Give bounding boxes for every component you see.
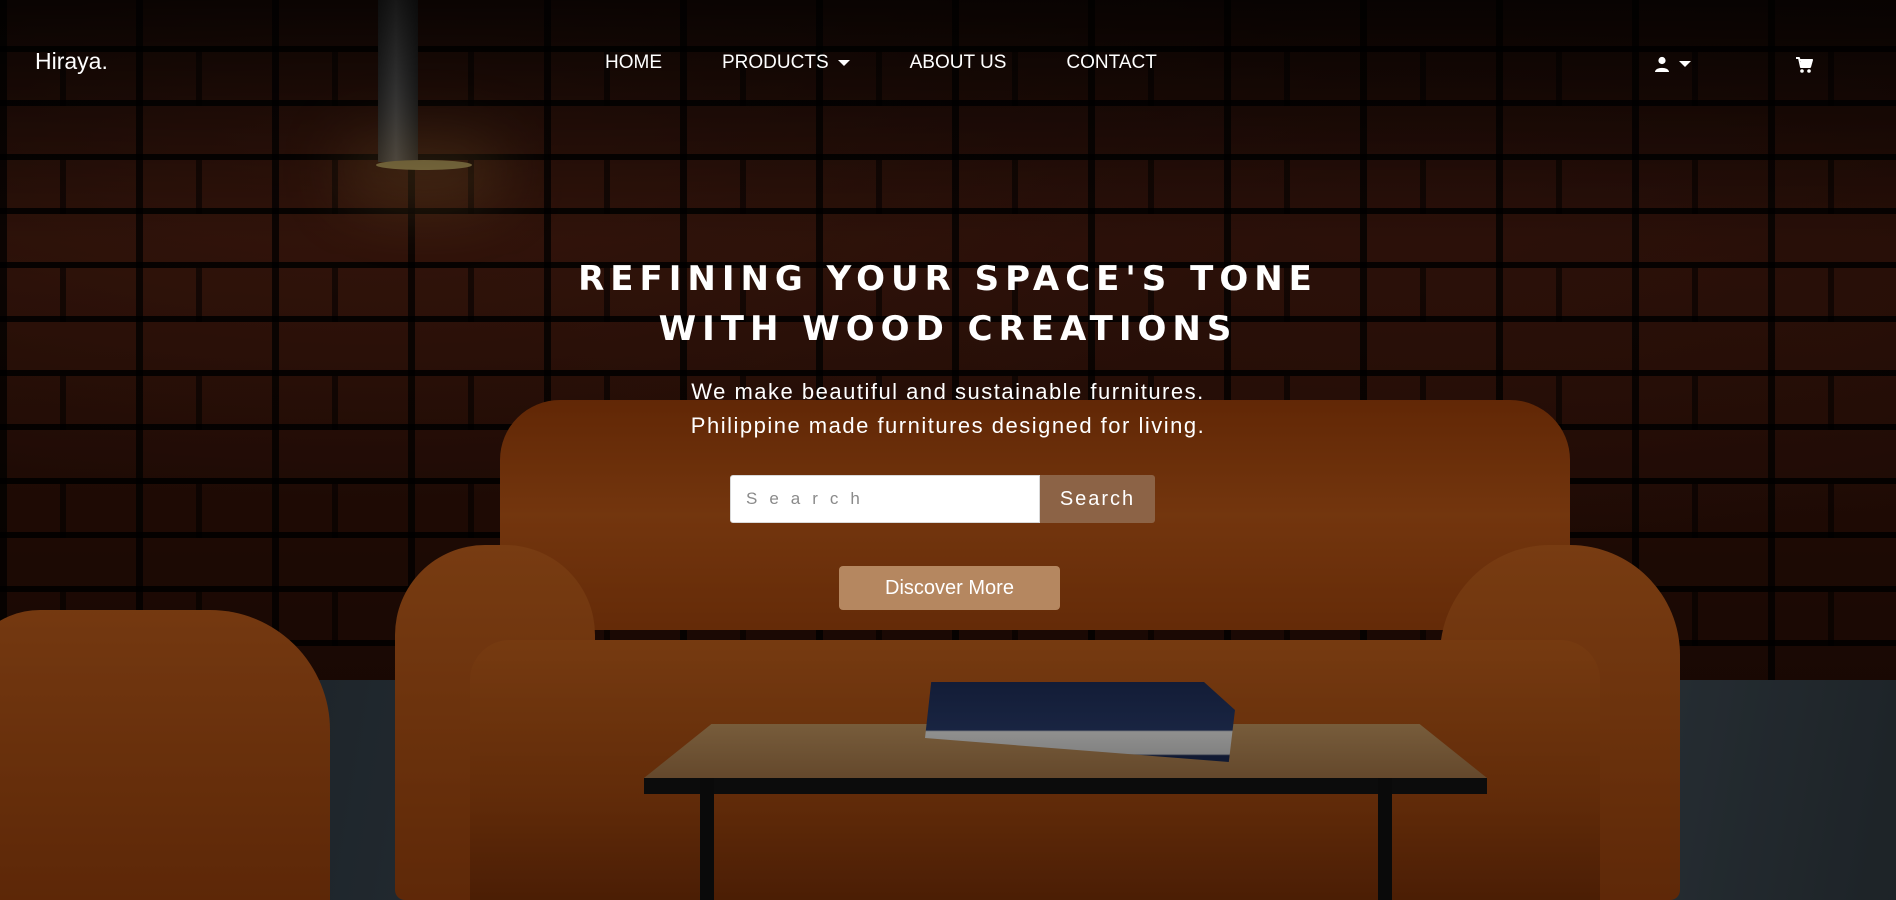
nav-item-label: ABOUT US [909, 52, 1007, 73]
nav-item-label: CONTACT [1066, 52, 1157, 73]
discover-more-button[interactable]: Discover More [839, 566, 1060, 610]
subheadline-line: We make beautiful and sustainable furnit… [691, 379, 1205, 404]
user-menu-dropdown[interactable] [1654, 56, 1691, 72]
nav-item-contact[interactable]: CONTACT [1066, 52, 1156, 74]
headline-line: REFINING YOUR SPACE'S TONE [578, 259, 1318, 299]
hero-subheadline: We make beautiful and sustainable furnit… [548, 375, 1348, 443]
nav-item-about-us[interactable]: ABOUT US [910, 52, 1007, 74]
caret-down-icon [1679, 61, 1691, 67]
search-bar: Search [730, 475, 1155, 523]
nav-item-label: PRODUCTS [722, 52, 829, 73]
hero-section: Hiraya. HOME PRODUCTS ABOUT US CONTACT R… [0, 0, 1896, 900]
user-icon [1655, 56, 1669, 72]
nav-item-products[interactable]: PRODUCTS [722, 52, 850, 74]
hero-headline: REFINING YOUR SPACE'S TONE WITH WOOD CRE… [548, 254, 1348, 354]
brand-logo[interactable]: Hiraya. [35, 48, 108, 75]
nav-item-home[interactable]: HOME [605, 52, 662, 74]
nav-links: HOME PRODUCTS ABOUT US CONTACT [605, 52, 1157, 74]
subheadline-line: Philippine made furnitures designed for … [690, 413, 1206, 438]
nav-item-label: HOME [605, 52, 662, 73]
search-button[interactable]: Search [1040, 475, 1155, 523]
search-input[interactable] [730, 475, 1040, 523]
navbar: Hiraya. HOME PRODUCTS ABOUT US CONTACT [0, 0, 1896, 126]
cart-icon [1796, 57, 1813, 73]
caret-down-icon [837, 60, 850, 66]
cart-button[interactable] [1795, 56, 1813, 79]
headline-line: WITH WOOD CREATIONS [658, 309, 1238, 349]
